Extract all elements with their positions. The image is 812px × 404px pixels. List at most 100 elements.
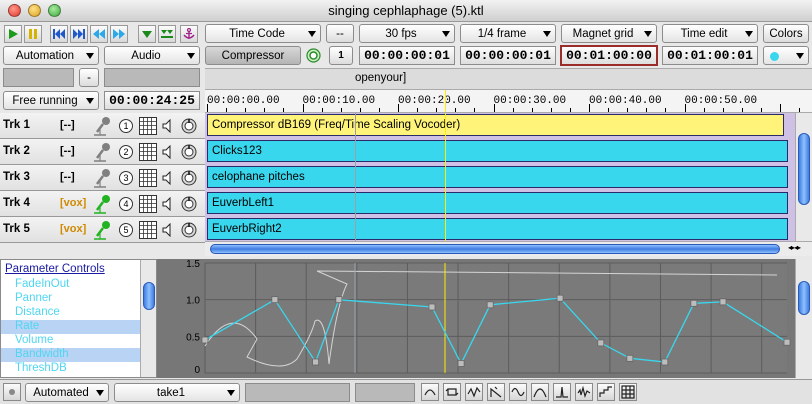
minus-button[interactable]: -	[79, 68, 99, 87]
track-number-badge[interactable]: 5	[119, 223, 133, 237]
track-number-badge[interactable]: 2	[119, 145, 133, 159]
rewind-to-start-button[interactable]	[50, 25, 68, 43]
loop-tool-button[interactable]	[443, 383, 461, 401]
grid-icon[interactable]	[139, 195, 157, 213]
param-item[interactable]: Rate	[1, 320, 141, 334]
magnet-grid-select[interactable]: Magnet grid	[561, 24, 657, 43]
rewind-button[interactable]	[90, 25, 108, 43]
value-field[interactable]	[245, 383, 350, 402]
pan-knob-icon[interactable]	[181, 118, 197, 134]
automation-breakpoint[interactable]	[556, 294, 564, 302]
spike-tool-button[interactable]	[553, 383, 571, 401]
param-item[interactable]: Volume	[1, 334, 141, 348]
timecode-start-field[interactable]: 00:00:00:01	[460, 46, 556, 65]
automation-breakpoint[interactable]	[457, 360, 465, 367]
channel-field[interactable]	[104, 68, 200, 87]
automation-select[interactable]: Automation	[3, 46, 99, 65]
bell-tool-button[interactable]	[531, 383, 549, 401]
track-lanes[interactable]: Compressor dB169 (Freq/Time Scaling Voco…	[205, 113, 795, 241]
audio-select[interactable]: Audio	[104, 46, 200, 65]
sync-mode-select[interactable]: Free running	[3, 91, 99, 110]
move-double-down-button[interactable]	[158, 25, 176, 43]
speaker-icon[interactable]	[162, 145, 174, 159]
take-select[interactable]: take1	[114, 383, 240, 402]
region-track-1[interactable]: Compressor dB169 (Freq/Time Scaling Voco…	[207, 114, 784, 136]
noise-tool-button[interactable]	[575, 383, 593, 401]
pause-button[interactable]	[24, 25, 42, 43]
fps-select[interactable]: 30 fps	[359, 24, 455, 43]
speaker-icon[interactable]	[162, 171, 174, 185]
grid-icon[interactable]	[139, 169, 157, 187]
microphone-icon[interactable]	[92, 220, 114, 240]
plugin-compressor-button[interactable]: Compressor	[205, 46, 301, 65]
microphone-icon[interactable]	[92, 194, 114, 214]
automation-breakpoint[interactable]	[626, 354, 634, 362]
ruler-playhead[interactable]	[445, 90, 446, 112]
param-item[interactable]: Panner	[1, 292, 141, 306]
microphone-icon[interactable]	[92, 116, 114, 136]
color-swatch-select[interactable]	[763, 46, 809, 65]
frame-snap-select[interactable]: 1/4 frame	[460, 24, 556, 43]
ramp-tool-button[interactable]	[487, 383, 505, 401]
graph-plot-area[interactable]	[205, 263, 787, 373]
automation-graph[interactable]: 1.5 1.0 0.5 0	[157, 259, 795, 378]
track-vertical-scrollbar[interactable]	[795, 113, 812, 241]
track-horizontal-scrollbar[interactable]: ◂▸◂▸	[205, 241, 812, 256]
random-tool-button[interactable]	[465, 383, 483, 401]
speaker-icon[interactable]	[162, 223, 174, 237]
track-header-1[interactable]: Trk 1 [--] 1	[0, 113, 205, 139]
automation-graph-svg[interactable]: 1.5 1.0 0.5 0	[157, 259, 795, 378]
track-group[interactable]: [vox]	[60, 223, 86, 235]
track-header-5[interactable]: Trk 5 [vox] 5	[0, 217, 205, 243]
pan-knob-icon[interactable]	[181, 144, 197, 160]
track-group[interactable]: [--]	[60, 119, 75, 131]
automation-breakpoint[interactable]	[783, 338, 791, 346]
play-button[interactable]	[4, 25, 22, 43]
move-down-button[interactable]	[138, 25, 156, 43]
timeline-ruler[interactable]: 00:00:00.00 00:00:10.00 00:00:20.00 00:00:3…	[205, 89, 812, 113]
grid-icon[interactable]	[139, 117, 157, 135]
region-track-4[interactable]: EuverbLeft1	[207, 192, 788, 214]
track-number-badge[interactable]: 3	[119, 171, 133, 185]
grid-icon[interactable]	[139, 221, 157, 239]
pan-knob-icon[interactable]	[181, 170, 197, 186]
param-item[interactable]: Bandwidth	[1, 348, 141, 362]
automation-breakpoint[interactable]	[335, 296, 343, 304]
sine-tool-button[interactable]	[509, 383, 527, 401]
time-field[interactable]	[355, 383, 415, 402]
track-group[interactable]: [vox]	[60, 197, 86, 209]
channel-number-button[interactable]: 1	[329, 46, 353, 65]
time-edit-select[interactable]: Time edit	[662, 24, 758, 43]
microphone-icon[interactable]	[92, 142, 114, 162]
track-name-field[interactable]	[3, 68, 74, 87]
automation-breakpoint[interactable]	[428, 303, 436, 311]
fade-curve-tool-button[interactable]	[421, 383, 439, 401]
param-item[interactable]: Distance	[1, 306, 141, 320]
param-item[interactable]: ThreshDB	[1, 362, 141, 376]
region-track-2[interactable]: Clicks123	[207, 140, 788, 162]
grid-icon[interactable]	[139, 143, 157, 161]
speaker-icon[interactable]	[162, 119, 174, 133]
timecode-mode-select[interactable]: Time Code	[205, 24, 321, 43]
param-scroll-thumb[interactable]	[143, 282, 155, 310]
automation-mode-select[interactable]: Automated	[25, 383, 109, 402]
microphone-icon[interactable]	[92, 168, 114, 188]
dash-button[interactable]: --	[326, 24, 354, 43]
pan-knob-icon[interactable]	[181, 222, 197, 238]
automation-breakpoint[interactable]	[312, 358, 319, 366]
track-group[interactable]: [--]	[60, 171, 75, 183]
param-item[interactable]: FadeInOut	[1, 278, 141, 292]
param-scrollbar[interactable]	[140, 260, 156, 377]
automation-breakpoint[interactable]	[719, 298, 727, 306]
grid-snap-tool-button[interactable]	[619, 383, 637, 401]
steps-tool-button[interactable]	[597, 383, 615, 401]
sync-time-field[interactable]: 00:00:24:25	[104, 91, 200, 110]
timecode-current-field[interactable]: 00:00:00:01	[359, 46, 455, 65]
track-number-badge[interactable]: 4	[119, 197, 133, 211]
timecode-end-field[interactable]: 00:01:00:01	[662, 46, 758, 65]
anchor-button[interactable]	[180, 25, 198, 43]
track-horizontal-scroll-thumb[interactable]	[210, 244, 780, 254]
record-automation-button[interactable]	[3, 383, 21, 401]
playhead[interactable]	[445, 113, 446, 241]
track-number-badge[interactable]: 1	[119, 119, 133, 133]
